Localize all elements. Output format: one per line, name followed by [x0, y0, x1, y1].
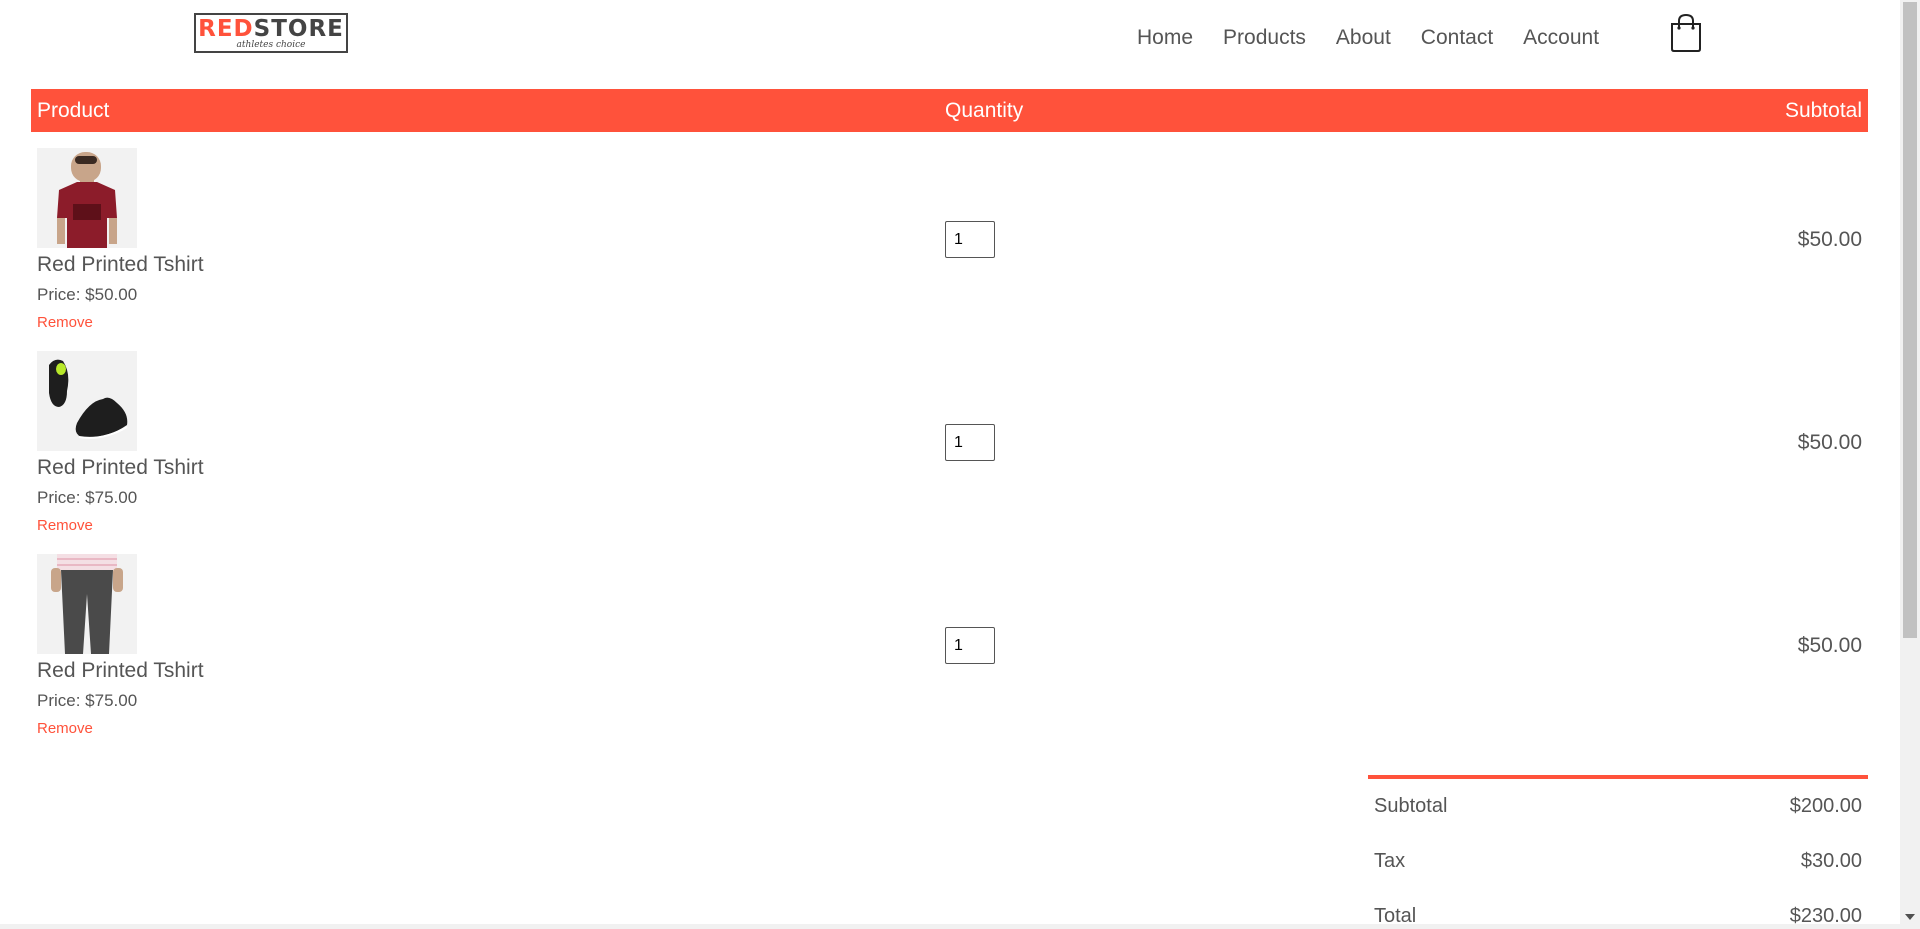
product-price: Price: $50.00	[37, 285, 138, 304]
subtotal-row: Subtotal $200.00	[1368, 779, 1868, 834]
nav-menu: Home Products About Contact Account	[1137, 24, 1629, 52]
horizontal-scrollbar[interactable]	[0, 924, 1900, 929]
logo-tagline: athletes choice	[236, 40, 306, 50]
nav-item-about[interactable]: About	[1336, 24, 1391, 52]
tax-row: Tax $30.00	[1368, 834, 1868, 889]
vertical-scrollbar[interactable]	[1900, 0, 1920, 929]
subtotal-cell: $50.00	[1797, 633, 1862, 657]
cart-info: Red Printed Tshirt Price: $50.00 Remove	[37, 148, 933, 331]
logo-dark-text: STORE	[253, 16, 344, 42]
remove-link[interactable]: Remove	[37, 720, 93, 737]
subtotal-cell: $50.00	[1797, 430, 1862, 454]
nav-item-home[interactable]: Home	[1137, 24, 1193, 52]
nav-item-account[interactable]: Account	[1523, 24, 1599, 52]
tax-label: Tax	[1374, 850, 1406, 872]
header-subtotal: Subtotal	[1451, 89, 1868, 132]
table-row: Red Printed Tshirt Price: $75.00 Remove …	[31, 335, 1868, 538]
cart-info: Red Printed Tshirt Price: $75.00 Remove	[37, 351, 933, 534]
quantity-input[interactable]	[945, 221, 995, 258]
quantity-input[interactable]	[945, 424, 995, 461]
product-name: Red Printed Tshirt	[37, 659, 204, 682]
product-cell: Red Printed Tshirt Price: $50.00 Remove	[31, 132, 939, 335]
product-name: Red Printed Tshirt	[37, 456, 204, 479]
quantity-cell	[939, 538, 1451, 741]
subtotal-cell: $50.00	[1797, 227, 1862, 251]
quantity-input[interactable]	[945, 627, 995, 664]
quantity-cell	[939, 335, 1451, 538]
subtotal-label: Subtotal	[1374, 795, 1448, 817]
cart-info: Red Printed Tshirt Price: $75.00 Remove	[37, 554, 933, 737]
remove-link[interactable]: Remove	[37, 517, 93, 534]
quantity-cell	[939, 132, 1451, 335]
header-product: Product	[31, 89, 939, 132]
total-row: Total $230.00	[1368, 889, 1868, 929]
product-price: Price: $75.00	[37, 691, 138, 710]
subtotal-value: $200.00	[1789, 795, 1862, 817]
logo-wordmark: REDSTORE	[196, 16, 346, 42]
navbar: REDSTORE athletes choice Home Products A…	[0, 0, 1900, 80]
total-price-panel: Subtotal $200.00 Tax $30.00 Total $230.0…	[1368, 775, 1868, 929]
nav-item-contact[interactable]: Contact	[1421, 24, 1493, 52]
table-row: Red Printed Tshirt Price: $75.00 Remove …	[31, 538, 1868, 741]
product-cell: Red Printed Tshirt Price: $75.00 Remove	[31, 538, 939, 741]
product-name: Red Printed Tshirt	[37, 253, 204, 276]
black-shoes-image	[37, 351, 137, 451]
grey-joggers-image	[37, 554, 137, 654]
nav-item-products[interactable]: Products	[1223, 24, 1306, 52]
table-row: Red Printed Tshirt Price: $50.00 Remove …	[31, 132, 1868, 335]
header-quantity: Quantity	[939, 89, 1451, 132]
remove-link[interactable]: Remove	[37, 314, 93, 331]
product-cell: Red Printed Tshirt Price: $75.00 Remove	[31, 335, 939, 538]
tax-value: $30.00	[1800, 850, 1862, 872]
logo[interactable]: REDSTORE athletes choice	[194, 13, 348, 53]
scroll-down-icon[interactable]	[1905, 914, 1915, 920]
cart-table-header: Product Quantity Subtotal	[31, 89, 1868, 132]
cart-table: Product Quantity Subtotal Red Printed Ts…	[31, 89, 1868, 741]
product-price: Price: $75.00	[37, 488, 138, 507]
red-tshirt-image	[37, 148, 137, 248]
logo-red-text: RED	[198, 16, 254, 42]
scroll-thumb[interactable]	[1903, 2, 1917, 638]
shopping-bag-icon[interactable]	[1670, 14, 1702, 52]
page: REDSTORE athletes choice Home Products A…	[0, 0, 1900, 929]
